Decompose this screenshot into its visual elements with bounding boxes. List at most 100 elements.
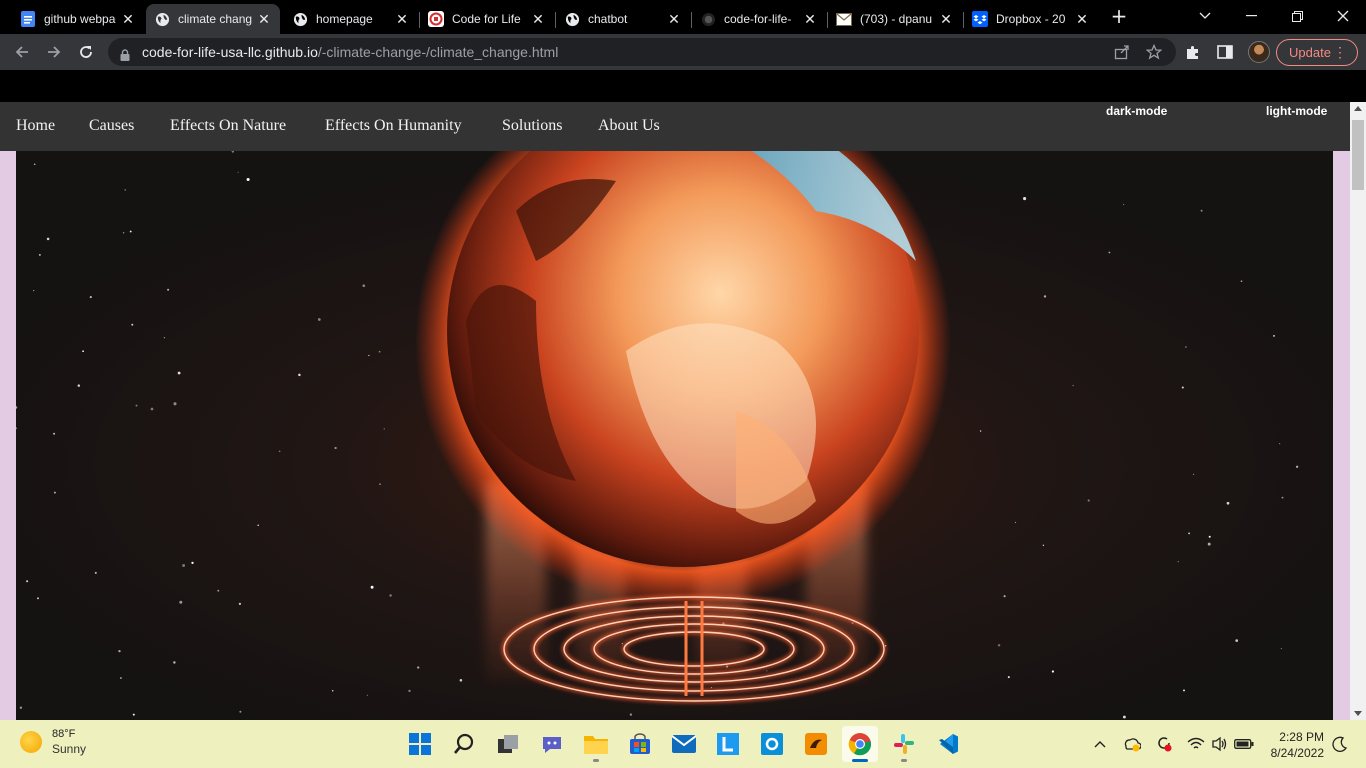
close-window-button[interactable] [1320, 0, 1366, 32]
nav-home[interactable]: Home [16, 117, 55, 135]
star [217, 589, 220, 592]
tab-chatbot[interactable]: chatbot ✕ [556, 4, 690, 34]
reload-button[interactable] [74, 40, 98, 64]
scroll-down-arrow[interactable] [1354, 711, 1362, 716]
task-view-icon[interactable] [490, 726, 526, 762]
tab-strip: github webpage ✕ climate change ✕ homepa… [0, 0, 1366, 34]
star [1235, 639, 1239, 642]
close-icon[interactable]: ✕ [256, 11, 272, 27]
star [370, 585, 374, 589]
scroll-up-arrow[interactable] [1354, 106, 1362, 111]
tab-code-for-life-github[interactable]: code-for-life- ✕ [692, 4, 826, 34]
system-clock[interactable]: 2:28 PM 8/24/2022 [1262, 729, 1324, 761]
restore-button[interactable] [1274, 0, 1320, 32]
nav-solutions[interactable]: Solutions [502, 117, 562, 135]
store-icon[interactable] [622, 726, 658, 762]
menu-dots-icon[interactable]: ⋮ [1333, 43, 1347, 61]
update-button[interactable]: Update ⋮ [1276, 39, 1358, 66]
close-icon[interactable]: ✕ [530, 11, 546, 27]
tab-homepage[interactable]: homepage ✕ [284, 4, 418, 34]
search-icon[interactable] [446, 726, 482, 762]
volume-icon[interactable] [1210, 734, 1230, 754]
nav-effects-on-nature[interactable]: Effects On Nature [170, 117, 286, 135]
share-icon[interactable] [1113, 43, 1131, 61]
tab-code-for-life[interactable]: Code for Life ✕ [420, 4, 554, 34]
teams-chat-icon[interactable] [534, 726, 570, 762]
close-icon[interactable]: ✕ [666, 11, 682, 27]
star [1280, 647, 1283, 650]
star [129, 230, 132, 233]
star [1185, 346, 1187, 348]
profile-avatar[interactable] [1248, 41, 1270, 63]
lock-icon[interactable] [120, 46, 130, 65]
star [239, 710, 242, 713]
nav-about-us[interactable]: About Us [598, 117, 660, 135]
url-text[interactable]: code-for-life-usa-llc.github.io/-climate… [142, 44, 558, 60]
wifi-icon[interactable] [1186, 734, 1206, 754]
star [39, 254, 41, 256]
star [1087, 499, 1090, 502]
tab-mail[interactable]: (703) - dpanu ✕ [828, 4, 962, 34]
close-icon[interactable]: ✕ [120, 11, 136, 27]
star [766, 670, 768, 672]
star [1177, 561, 1179, 563]
mail-icon[interactable] [666, 726, 702, 762]
star [246, 177, 250, 182]
new-tab-button[interactable]: + [1108, 6, 1130, 28]
folder-app-icon[interactable] [798, 726, 834, 762]
page-scrollbar[interactable] [1350, 102, 1366, 720]
star [163, 337, 166, 339]
tab-dropbox[interactable]: Dropbox - 20 ✕ [964, 4, 1098, 34]
page-viewport: Home Causes Effects On Nature Effects On… [0, 70, 1350, 720]
notification-moon-icon[interactable] [1330, 734, 1350, 754]
dark-mode-button[interactable]: dark-mode [1106, 104, 1167, 118]
tab-title: code-for-life- [724, 12, 792, 26]
star [37, 597, 39, 600]
back-button[interactable] [10, 40, 34, 64]
lapp-icon[interactable] [710, 726, 746, 762]
weather-widget[interactable]: 88°F Sunny [20, 728, 86, 756]
scrollbar-thumb[interactable] [1352, 120, 1364, 190]
star [177, 371, 181, 375]
close-icon[interactable]: ✕ [1074, 11, 1090, 27]
star [1042, 544, 1045, 547]
windows-start-icon[interactable] [402, 726, 438, 762]
battery-icon[interactable] [1234, 734, 1254, 754]
tab-github-webpage[interactable]: github webpage ✕ [12, 4, 144, 34]
globe-icon [292, 11, 308, 27]
address-bar[interactable]: code-for-life-usa-llc.github.io/-climate… [108, 38, 1176, 66]
slack-icon[interactable] [886, 726, 922, 762]
star [1023, 197, 1027, 201]
nav-causes[interactable]: Causes [89, 117, 134, 135]
tab-climate-change[interactable]: climate change ✕ [146, 4, 280, 34]
star [1014, 521, 1017, 524]
star [366, 694, 368, 696]
star [94, 571, 97, 574]
tab-search-button[interactable] [1182, 0, 1228, 32]
outlook-icon[interactable] [754, 726, 790, 762]
side-panel-icon[interactable] [1214, 41, 1236, 63]
vscode-icon[interactable] [930, 726, 966, 762]
close-icon[interactable]: ✕ [938, 11, 954, 27]
light-mode-button[interactable]: light-mode [1266, 104, 1327, 118]
sync-alert-icon[interactable] [1154, 734, 1174, 754]
bookmark-star-icon[interactable] [1145, 43, 1163, 61]
star [53, 491, 56, 494]
running-indicator [852, 759, 868, 762]
star [46, 237, 50, 241]
close-icon[interactable]: ✕ [394, 11, 410, 27]
close-icon[interactable]: ✕ [802, 11, 818, 27]
chrome-icon[interactable] [842, 726, 878, 762]
star [26, 580, 29, 583]
file-explorer-icon[interactable] [578, 726, 614, 762]
forward-button[interactable] [42, 40, 66, 64]
chevron-up-icon[interactable] [1090, 734, 1110, 754]
onedrive-warning-icon[interactable] [1122, 734, 1142, 754]
star [120, 677, 122, 679]
extensions-puzzle-icon[interactable] [1182, 41, 1204, 63]
star [317, 318, 321, 321]
nav-effects-on-humanity[interactable]: Effects On Humanity [325, 117, 462, 135]
star [459, 679, 463, 682]
star [1007, 676, 1010, 679]
minimize-button[interactable] [1228, 0, 1274, 32]
